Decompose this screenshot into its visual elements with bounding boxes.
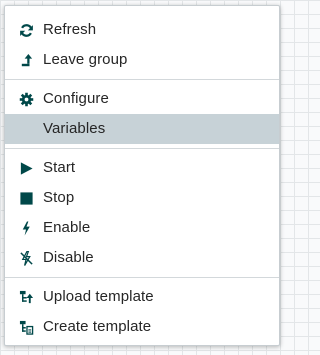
play-icon (18, 160, 34, 176)
create-template-icon (18, 319, 34, 335)
menu-item-label: Create template (43, 318, 152, 335)
context-menu: Refresh Leave group Configure Variables … (4, 5, 280, 346)
menu-item-upload-template[interactable]: Upload template (5, 282, 279, 312)
menu-divider (5, 79, 279, 80)
menu-item-enable[interactable]: Enable (5, 213, 279, 243)
leave-group-icon (18, 52, 34, 68)
menu-item-refresh[interactable]: Refresh (5, 15, 279, 45)
menu-item-configure[interactable]: Configure (5, 84, 279, 114)
menu-item-label: Disable (43, 249, 94, 266)
menu-item-stop[interactable]: Stop (5, 183, 279, 213)
menu-item-label: Leave group (43, 51, 128, 68)
menu-item-label: Refresh (43, 21, 97, 38)
menu-item-label: Stop (43, 189, 75, 206)
gear-icon (18, 91, 34, 107)
menu-item-label: Configure (43, 90, 109, 107)
menu-item-label: Start (43, 159, 76, 176)
menu-item-leave-group[interactable]: Leave group (5, 45, 279, 75)
menu-item-disable[interactable]: Disable (5, 243, 279, 273)
menu-item-label: Variables (43, 120, 106, 137)
menu-item-variables[interactable]: Variables (5, 114, 279, 144)
menu-item-create-template[interactable]: Create template (5, 312, 279, 342)
upload-template-icon (18, 289, 34, 305)
menu-item-label: Enable (43, 219, 91, 236)
refresh-icon (18, 22, 34, 38)
stop-icon (18, 190, 34, 206)
menu-divider (5, 277, 279, 278)
menu-item-label: Upload template (43, 288, 154, 305)
menu-item-start[interactable]: Start (5, 153, 279, 183)
menu-divider (5, 148, 279, 149)
bolt-off-icon (18, 250, 34, 266)
bolt-icon (18, 220, 34, 236)
